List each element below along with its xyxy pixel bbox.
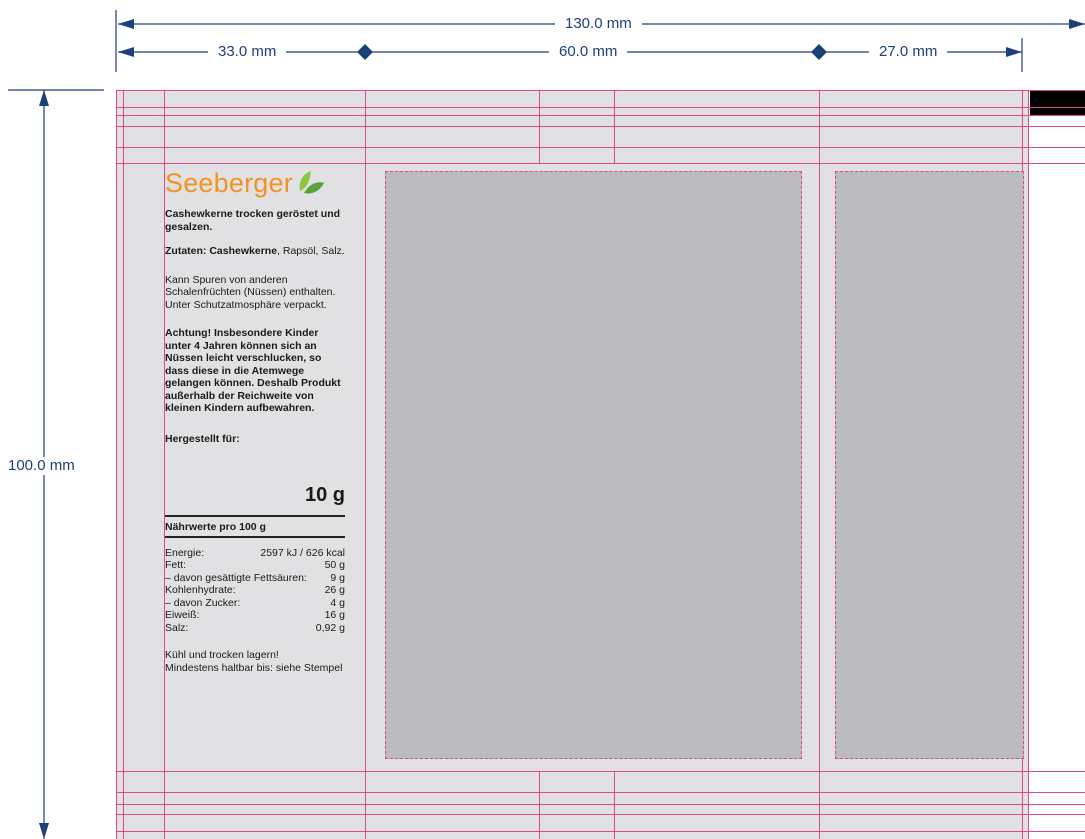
guide-line [116, 126, 1085, 127]
ingredients-label: Zutaten: Cashewkerne [165, 245, 278, 257]
guide-line [116, 107, 1085, 108]
guide-line [116, 90, 1085, 91]
guide-line [116, 90, 117, 839]
leaf-icon [299, 171, 324, 194]
nutrition-row: Kohlenhydrate: 26 g [165, 584, 345, 596]
guide-line [116, 831, 1085, 832]
dimension-center-width: 60.0 mm [549, 43, 628, 61]
guide-line [116, 814, 1085, 815]
nutrition-row: Eiweiß: 16 g [165, 609, 345, 621]
guide-line [116, 771, 1085, 772]
guide-line [123, 90, 124, 839]
manufactured-for: Hergestellt für: [165, 432, 240, 445]
nutrition-row: – davon Zucker: 4 g [165, 596, 345, 609]
dimension-total-width: 130.0 mm [555, 15, 642, 33]
net-weight: 10 g [304, 484, 345, 506]
guide-line [1028, 90, 1029, 839]
crop-mark [1030, 90, 1085, 115]
nutrition-row: Salz: 0,92 g [165, 621, 345, 634]
dimension-height: 100.0 mm [0, 457, 83, 475]
dimension-left-width: 33.0 mm [208, 43, 287, 61]
guide-line [116, 804, 1085, 805]
nutrition-title: Nährwerte pro 100 g [165, 520, 266, 533]
divider [165, 515, 345, 517]
guide-line [819, 90, 820, 839]
traces-note: Kann Spuren von anderen Schalenfrüchten … [165, 273, 336, 311]
guide-line [116, 792, 1085, 793]
warning-note: Achtung! Insbesondere Kinder unter 4 Jah… [165, 327, 341, 414]
nutrition-row: Fett: 50 g [165, 559, 345, 571]
divider [165, 536, 345, 538]
guide-line [614, 771, 615, 839]
best-before-note: Mindestens haltbar bis: siehe Stempel [165, 661, 343, 674]
label-text-panel: Seeberger Cashewkerne trocken geröstet u… [165, 168, 345, 674]
brand-name: Seeberger [165, 168, 293, 198]
guide-line [539, 771, 540, 839]
guide-line [116, 163, 1085, 164]
nutrition-row: Energie: 2597 kJ / 626 kcal [165, 546, 345, 559]
guide-line [614, 90, 615, 164]
ingredients-rest: , Rapsöl, Salz. [277, 245, 345, 257]
nutrition-row: – davon gesättigte Fettsäuren: 9 g [165, 571, 345, 584]
brand-logo: Seeberger [165, 168, 345, 198]
center-image-placeholder [385, 171, 802, 759]
right-image-placeholder [835, 171, 1024, 759]
ingredients: Zutaten: Cashewkerne, Rapsöl, Salz. [165, 245, 345, 258]
product-name: Cashewkerne trocken geröstet und gesalze… [165, 208, 341, 233]
guide-line [116, 147, 1085, 148]
dimension-right-width: 27.0 mm [869, 43, 948, 61]
guide-line [365, 90, 366, 839]
guide-line [539, 90, 540, 164]
guide-line [116, 115, 1085, 116]
storage-note: Kühl und trocken lagern! [165, 649, 279, 661]
nutrition-table: Energie: 2597 kJ / 626 kcal Fett: 50 g – d… [165, 547, 345, 635]
